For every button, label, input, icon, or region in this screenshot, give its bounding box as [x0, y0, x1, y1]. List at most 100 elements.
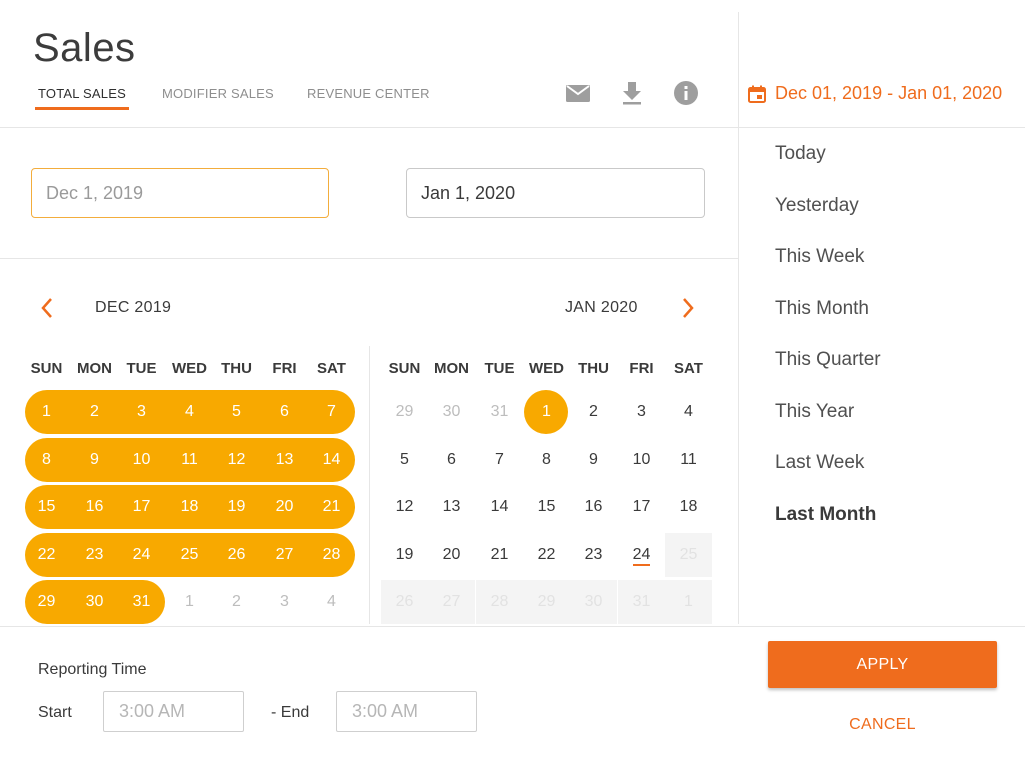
- calendar-day-selected[interactable]: 14: [308, 438, 355, 482]
- calendar-day[interactable]: 17: [618, 485, 665, 529]
- today-date-label: 24: [632, 546, 651, 566]
- next-month-chevron-icon[interactable]: [679, 296, 697, 320]
- calendar-day[interactable]: 3: [618, 390, 665, 434]
- calendar-day[interactable]: 18: [665, 485, 712, 529]
- calendar-day-selected[interactable]: 11: [166, 438, 213, 482]
- calendar-day-outside: 31: [490, 403, 509, 420]
- calendar-day[interactable]: 5: [381, 438, 428, 482]
- prev-month-chevron-icon[interactable]: [38, 296, 56, 320]
- calendar-day[interactable]: 19: [381, 533, 428, 577]
- calendar-day[interactable]: 15: [523, 485, 570, 529]
- calendar-day-selected[interactable]: 31: [118, 580, 165, 624]
- calendar-day[interactable]: 8: [523, 438, 570, 482]
- end-time-input[interactable]: 3:00 AM: [336, 691, 477, 732]
- calendar-day-selected[interactable]: 30: [71, 580, 118, 624]
- preset-this-week[interactable]: This Week: [775, 246, 864, 268]
- calendar-day-selected[interactable]: 13: [261, 438, 308, 482]
- calendar-day-selected[interactable]: 1: [23, 390, 70, 434]
- date-range-selector[interactable]: Dec 01, 2019 - Jan 01, 2020: [747, 83, 1002, 104]
- end-date-input[interactable]: Jan 1, 2020: [406, 168, 705, 218]
- calendar-day-selected[interactable]: 12: [213, 438, 260, 482]
- jan-weekday-header: TUE: [484, 360, 515, 377]
- jan-weekday-header: THU: [578, 360, 609, 377]
- calendar-day-selected[interactable]: 18: [166, 485, 213, 529]
- calendar-day-outside: 1: [185, 593, 194, 610]
- calendar-day-selected[interactable]: 20: [261, 485, 308, 529]
- jan-weekday-header: SAT: [674, 360, 703, 377]
- tab-modifier-sales-label: MODIFIER SALES: [162, 86, 274, 101]
- calendar-day-today[interactable]: 24: [618, 533, 665, 577]
- calendar-day[interactable]: 12: [381, 485, 428, 529]
- preset-today[interactable]: Today: [775, 143, 826, 165]
- calendar-day-selected[interactable]: 6: [261, 390, 308, 434]
- sidebar-divider: [738, 12, 739, 624]
- calendar-day-selected[interactable]: 9: [71, 438, 118, 482]
- calendar-day-selected[interactable]: 21: [308, 485, 355, 529]
- apply-button[interactable]: APPLY: [768, 641, 997, 688]
- calendar-day-outside: 4: [327, 593, 336, 610]
- calendar-day-selected[interactable]: 22: [23, 533, 70, 577]
- calendar-icon: [748, 85, 766, 103]
- tab-total-sales-label: TOTAL SALES: [38, 86, 126, 101]
- calendar-day-selected[interactable]: 4: [166, 390, 213, 434]
- preset-this-year[interactable]: This Year: [775, 401, 854, 423]
- calendar-day-selected[interactable]: 16: [71, 485, 118, 529]
- tab-modifier-sales[interactable]: MODIFIER SALES: [162, 86, 274, 101]
- start-time-input[interactable]: 3:00 AM: [103, 691, 244, 732]
- calendar-day-selected[interactable]: 23: [71, 533, 118, 577]
- preset-this-month[interactable]: This Month: [775, 298, 869, 320]
- left-month-label: DEC 2019: [95, 299, 172, 316]
- calendar-day[interactable]: 13: [428, 485, 475, 529]
- calendar-day[interactable]: 6: [428, 438, 475, 482]
- calendar-day[interactable]: 9: [570, 438, 617, 482]
- calendar-day[interactable]: 16: [570, 485, 617, 529]
- calendar-day-selected[interactable]: 15: [23, 485, 70, 529]
- dec-weekday-header: MON: [77, 360, 112, 377]
- cancel-button[interactable]: CANCEL: [768, 716, 997, 734]
- calendar-day-selected[interactable]: 8: [23, 438, 70, 482]
- calendar-day-selected[interactable]: 24: [118, 533, 165, 577]
- calendar-day[interactable]: 4: [665, 390, 712, 434]
- date-range-label: Dec 01, 2019 - Jan 01, 2020: [775, 83, 1003, 103]
- tab-revenue-center-label: REVENUE CENTER: [307, 86, 430, 101]
- calendar-day[interactable]: 22: [523, 533, 570, 577]
- download-icon[interactable]: [619, 80, 645, 106]
- calendar-day-selected[interactable]: 2: [71, 390, 118, 434]
- calendar-day-selected[interactable]: 17: [118, 485, 165, 529]
- dec-weekday-header: FRI: [272, 360, 297, 377]
- preset-yesterday[interactable]: Yesterday: [775, 195, 859, 217]
- calendar-day-selected[interactable]: 10: [118, 438, 165, 482]
- calendar-day[interactable]: 2: [570, 390, 617, 434]
- tab-revenue-center[interactable]: REVENUE CENTER: [307, 86, 430, 101]
- calendar-day-selected[interactable]: 26: [213, 533, 260, 577]
- calendar-day-selected[interactable]: 7: [308, 390, 355, 434]
- calendar-day[interactable]: 23: [570, 533, 617, 577]
- calendar-day[interactable]: 14: [476, 485, 523, 529]
- calendar-day-selected[interactable]: 28: [308, 533, 355, 577]
- calendar-day-disabled: 31: [618, 580, 665, 624]
- calendar-day-selected[interactable]: 19: [213, 485, 260, 529]
- calendar-day[interactable]: 7: [476, 438, 523, 482]
- calendar-day-selected[interactable]: 29: [23, 580, 70, 624]
- dec-weekday-header: TUE: [126, 360, 157, 377]
- dec-weekday-header: WED: [172, 360, 207, 377]
- calendar-day-selected[interactable]: 5: [213, 390, 260, 434]
- calendar-day-selected[interactable]: 25: [166, 533, 213, 577]
- start-time-label: Start: [38, 704, 72, 721]
- calendar-day-selected[interactable]: 27: [261, 533, 308, 577]
- start-date-input[interactable]: Dec 1, 2019: [31, 168, 329, 218]
- email-icon[interactable]: [565, 80, 591, 106]
- preset-last-month[interactable]: Last Month: [775, 504, 876, 526]
- calendar-day-disabled: 25: [665, 533, 712, 577]
- preset-this-quarter[interactable]: This Quarter: [775, 349, 881, 371]
- inputs-divider: [0, 258, 738, 259]
- calendar-day-selected[interactable]: 3: [118, 390, 165, 434]
- info-icon[interactable]: [673, 80, 699, 106]
- calendar-day-selected-end[interactable]: 1: [523, 390, 570, 434]
- calendar-day[interactable]: 10: [618, 438, 665, 482]
- calendar-day[interactable]: 11: [665, 438, 712, 482]
- calendar-day[interactable]: 20: [428, 533, 475, 577]
- calendar-day[interactable]: 21: [476, 533, 523, 577]
- tab-total-sales[interactable]: TOTAL SALES: [35, 86, 129, 110]
- preset-last-week[interactable]: Last Week: [775, 452, 864, 474]
